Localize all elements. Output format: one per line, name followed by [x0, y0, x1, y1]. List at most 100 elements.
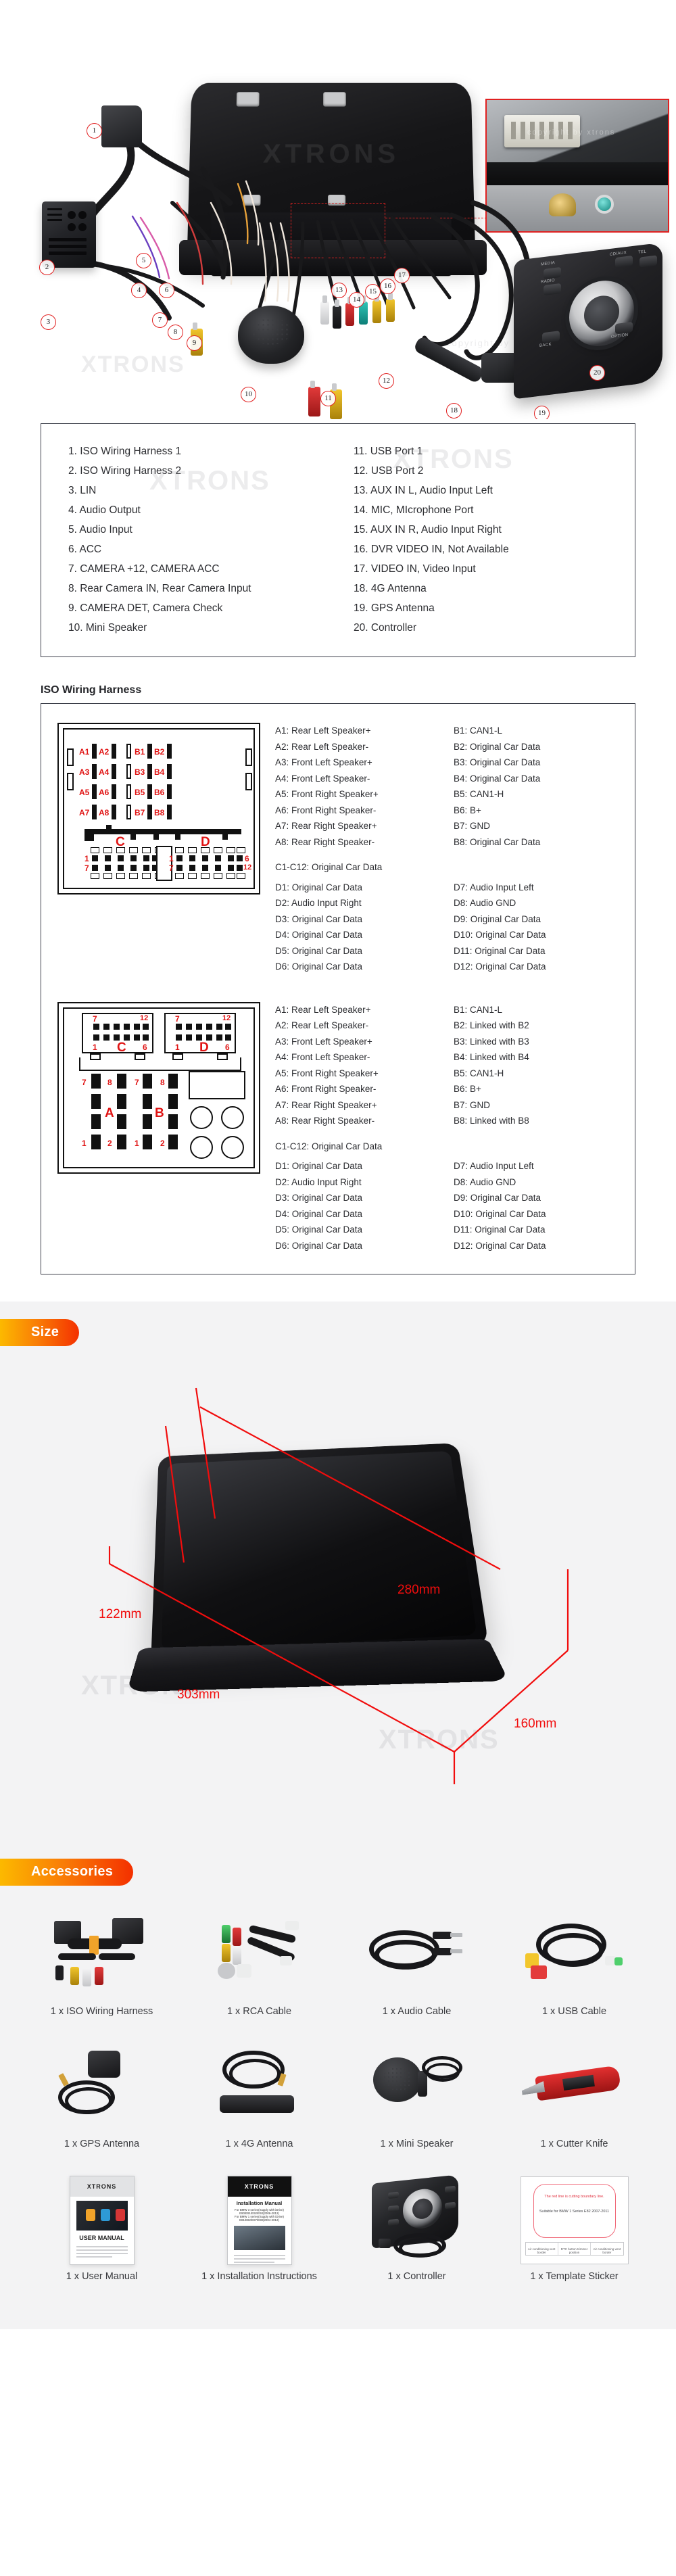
- diagram-letter-D: D: [199, 1040, 209, 1055]
- pin-num-d6: 6: [225, 1042, 230, 1052]
- rca-plug-black: [333, 300, 341, 329]
- list-item: 5. Audio Input: [68, 524, 132, 535]
- harness-2-a-column: A1: Rear Left Speaker+ A2: Rear Left Spe…: [275, 1002, 440, 1129]
- pin-row: D1: Original Car Data: [275, 882, 363, 892]
- pin-label-A7: A7: [79, 808, 90, 817]
- pin-row: D2: Audio Input Right: [275, 1176, 362, 1187]
- callout-19: 19: [534, 406, 550, 419]
- pin-row: B3: Linked with B3: [454, 1036, 529, 1047]
- pin-row: D11: Original Car Data: [454, 945, 546, 956]
- pin-num-c1: 1: [93, 1042, 97, 1052]
- harness-2-d-tables: D1: Original Car Data D2: Audio Input Ri…: [275, 1158, 619, 1254]
- pin-row: D8: Audio GND: [454, 898, 516, 908]
- accessory-label: 1 x RCA Cable: [226, 2006, 292, 2017]
- pin-row: B1: CAN1-L: [454, 1004, 503, 1015]
- pin-row: A2: Rear Left Speaker-: [275, 741, 369, 752]
- pin-num-a2: 2: [107, 1138, 112, 1148]
- pin-row: A3: Front Left Speaker+: [275, 757, 372, 767]
- install-brand: XTRONS: [227, 2176, 291, 2197]
- list-item: 10. Mini Speaker: [68, 622, 147, 634]
- callout-8: 8: [168, 325, 183, 340]
- install-cover-image: [233, 2226, 285, 2250]
- pin-label-A8: A8: [99, 808, 110, 817]
- harness-1-b-column: B1: CAN1-L B2: Original Car Data B3: Ori…: [454, 723, 619, 850]
- accessory-item: 1 x Controller: [338, 2170, 496, 2298]
- pin-num-b8: 8: [160, 1077, 165, 1087]
- pin-num-d7: 7: [175, 1013, 180, 1024]
- rca-cable-icon: [180, 1905, 338, 2006]
- controller-button-radio: [544, 283, 561, 296]
- harness-1-d-right: D7: Audio Input Left D8: Audio GND D9: O…: [454, 880, 619, 975]
- accessory-label: 1 x Installation Instructions: [201, 2271, 317, 2282]
- accessory-label: 1 x 4G Antenna: [225, 2139, 293, 2149]
- pin-row: B7: GND: [454, 821, 491, 831]
- accessory-item: XTRONS Installation Manual For BMW 3 ser…: [180, 2170, 338, 2298]
- pin-row: D1: Original Car Data: [275, 1161, 363, 1171]
- callout-15: 15: [365, 284, 381, 300]
- dimension-lines: [108, 1387, 569, 1784]
- accessory-item: XTRONS USER MANUAL 1 x User Manual: [23, 2170, 180, 2298]
- pin-row: A4: Front Left Speaker-: [275, 773, 370, 784]
- accessory-label: 1 x GPS Antenna: [64, 2139, 140, 2149]
- controller-label-back: BACK: [539, 342, 552, 348]
- list-item: 2. ISO Wiring Harness 2: [68, 465, 182, 477]
- controller-button-cdaux: [615, 255, 633, 268]
- controller-button-tel: [639, 255, 657, 268]
- list-item: 18. 4G Antenna: [354, 583, 427, 594]
- rca-plug-red-large: [308, 381, 320, 416]
- pin-row: D9: Original Car Data: [454, 1193, 541, 1203]
- diagram-letter-A: A: [105, 1105, 114, 1120]
- pin-row: A6: Front Right Speaker-: [275, 805, 377, 815]
- iso-wiring-harness-section: ISO Wiring Harness A1 A2 B1 B2 A3 A4 B3 …: [0, 684, 676, 1274]
- pin-label-A4: A4: [99, 767, 110, 777]
- list-item: 12. USB Port 2: [354, 465, 424, 477]
- pin-num-d6: 6: [245, 854, 249, 863]
- iso-section-title: ISO Wiring Harness: [41, 684, 142, 696]
- controller-label-media: MEDIA: [541, 261, 556, 267]
- pin-row: B5: CAN1-H: [454, 1068, 504, 1078]
- pin-num-b7: 7: [135, 1077, 139, 1087]
- pin-row: B8: Original Car Data: [454, 836, 541, 847]
- hero-product-photo: XTRONS copyright by xtrons XTRONS copyri…: [0, 0, 676, 419]
- accessory-label: 1 x Audio Cable: [382, 2006, 452, 2017]
- pin-row: A5: Front Right Speaker+: [275, 789, 379, 799]
- list-item: 8. Rear Camera IN, Rear Camera Input: [68, 583, 251, 594]
- iso-section-box: A1 A2 B1 B2 A3 A4 B3 B4 A5 A6 B5 B6 A7 A…: [41, 703, 635, 1274]
- pin-row: D5: Original Car Data: [275, 1224, 363, 1235]
- user-manual-icon: XTRONS USER MANUAL: [23, 2170, 180, 2271]
- pin-row: B6: B+: [454, 805, 481, 815]
- harness-1-pin-tables: A1: Rear Left Speaker+ A2: Rear Left Spe…: [275, 723, 619, 850]
- accessory-item: The red line is cutting boundary line. S…: [496, 2170, 653, 2298]
- manual-brand: XTRONS: [70, 2176, 134, 2197]
- list-item: 20. Controller: [354, 622, 417, 634]
- parts-list-right-column: 11. USB Port 1 12. USB Port 2 13. AUX IN…: [354, 442, 608, 638]
- parts-list-left-column: 1. ISO Wiring Harness 1 2. ISO Wiring Ha…: [68, 442, 322, 638]
- pin-label-B4: B4: [154, 767, 165, 777]
- pin-row: A1: Rear Left Speaker+: [275, 725, 371, 736]
- install-title: Installation Manual: [236, 2200, 283, 2206]
- size-section: Size XTRONS copyright by xtrons XTRONS X…: [0, 1302, 676, 1842]
- pin-label-B2: B2: [154, 747, 165, 757]
- controller-button-option: [615, 321, 633, 335]
- callout-1: 1: [87, 123, 102, 139]
- template-cell: Air conditioning vent border: [593, 2247, 621, 2254]
- manual-title: USER MANUAL: [79, 2235, 124, 2241]
- pin-label-A3: A3: [79, 767, 90, 777]
- install-line4: E81/E82/E87/E88(2004-2012): [239, 2218, 279, 2222]
- template-cell: Air conditioning vent border: [526, 2243, 558, 2255]
- accessory-item: 1 x Mini Speaker: [338, 2037, 496, 2166]
- callout-5: 5: [136, 253, 151, 268]
- callout-3: 3: [41, 314, 56, 330]
- pin-label-B6: B6: [154, 788, 165, 797]
- pin-num-d1: 1: [169, 854, 174, 863]
- dimension-height-label: 122mm: [99, 1607, 142, 1621]
- pin-num-a1: 1: [82, 1138, 87, 1148]
- pin-label-A6: A6: [99, 788, 110, 797]
- size-badge: Size: [0, 1319, 80, 1346]
- pin-label-A5: A5: [79, 788, 90, 797]
- callout-9: 9: [187, 335, 202, 351]
- pin-row: D6: Original Car Data: [275, 961, 363, 972]
- pin-row: A6: Front Right Speaker-: [275, 1084, 377, 1094]
- callout-11: 11: [320, 391, 336, 406]
- harness-2-d-left: D1: Original Car Data D2: Audio Input Ri…: [275, 1158, 440, 1254]
